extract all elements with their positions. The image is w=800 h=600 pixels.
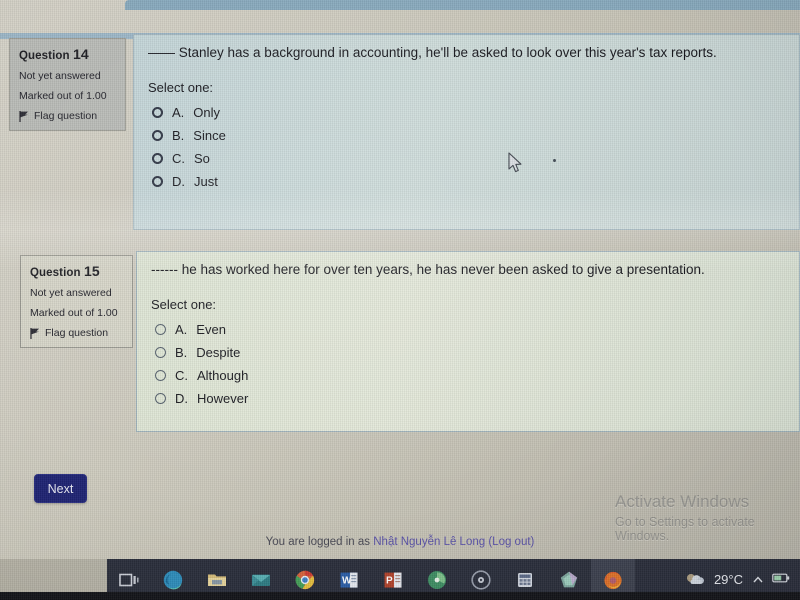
page-header-bar-top [125,0,800,10]
option-text: However [197,390,249,406]
logout-link[interactable]: (Log out) [488,536,534,548]
option-letter: B. [175,344,188,360]
screen-bottom-bezel [0,592,800,600]
flag-question-label-15: Flag question [45,327,109,339]
radio-button-icon[interactable] [155,392,166,404]
option-text: Only [193,104,221,120]
screen-artifact-dot [553,159,556,162]
next-button[interactable]: Next [34,474,87,503]
question-marks-14: Marked out of 1.00 [19,90,107,102]
watermark-title: Activate Windows [615,492,750,511]
battery-icon[interactable] [772,572,790,587]
chevron-up-icon[interactable] [752,574,763,585]
option-text: Even [196,321,226,337]
option-letter: D. [175,390,188,406]
option-text: Just [194,173,218,189]
footer-prefix: You are logged in as [265,536,374,548]
option-letter: D. [172,173,185,189]
option-letter: A. [175,321,188,337]
option-letter: A. [172,104,185,120]
answer-option-14-b[interactable]: B. Since [148,124,785,147]
question-marks-15: Marked out of 1.00 [30,307,118,319]
answer-option-15-d[interactable]: D. However [151,387,785,410]
radio-button-icon[interactable] [152,175,163,187]
answer-option-14-a[interactable]: A. Only [148,101,785,124]
option-letter: B. [172,127,185,143]
answer-option-14-d[interactable]: D. Just [148,170,785,193]
question-label: Question [19,50,70,62]
answer-option-14-c[interactable]: C. So [148,147,785,170]
question-stem-14: —— Stanley has a background in accountin… [148,45,717,60]
flag-icon [30,327,40,339]
flag-icon [19,110,29,122]
question-content-15: ------ he has worked here for over ten y… [136,251,800,432]
answer-option-15-c[interactable]: C. Although [151,364,785,387]
option-text: Since [193,127,226,143]
answer-options-15: A. Even B. Despite C. Although D. Howeve… [151,318,785,410]
option-letter: C. [175,367,188,383]
footer-username-link[interactable]: Nhật Nguyễn Lê Long [373,536,485,548]
question-title-15: Question 15 [30,263,123,279]
question-info-15: Question 15 Not yet answered Marked out … [20,255,133,348]
flag-question-label-14: Flag question [34,110,98,122]
question-number: 14 [72,46,89,62]
mouse-cursor-icon [508,152,523,179]
question-content-14: —— Stanley has a background in accountin… [133,34,800,230]
question-label: Question [30,267,81,279]
answer-options-14: A. Only B. Since C. So D. Just [148,101,785,193]
question-status-14: Not yet answered [19,70,101,82]
answer-option-15-a[interactable]: A. Even [151,318,785,341]
option-text: Although [197,367,249,383]
option-text: Despite [196,344,241,360]
radio-button-icon[interactable] [155,323,166,335]
radio-button-icon[interactable] [152,106,163,118]
question-stem-15: ------ he has worked here for over ten y… [151,262,705,277]
select-one-label-14: Select one: [148,79,214,95]
select-one-label-15: Select one: [151,296,217,312]
system-tray[interactable]: 29°C [685,559,796,600]
radio-button-icon[interactable] [152,152,163,164]
radio-button-icon[interactable] [152,129,163,141]
cloud-icon[interactable] [685,571,705,589]
flag-question-14[interactable]: Flag question [19,110,116,122]
svg-text:W: W [342,575,352,586]
svg-text:P: P [386,575,393,586]
question-status-15: Not yet answered [30,287,112,299]
radio-button-icon[interactable] [155,346,166,358]
question-number: 15 [83,263,100,279]
option-letter: C. [172,150,185,166]
question-info-14: Question 14 Not yet answered Marked out … [9,38,126,131]
weather-temperature[interactable]: 29°C [714,572,743,587]
answer-option-15-b[interactable]: B. Despite [151,341,785,364]
monitor-screen: Question 14 Not yet answered Marked out … [0,0,800,600]
radio-button-icon[interactable] [155,369,166,381]
option-text: So [194,150,210,166]
question-title-14: Question 14 [19,46,116,62]
footer-login-status: You are logged in as Nhật Nguyễn Lê Long… [0,536,800,548]
flag-question-15[interactable]: Flag question [30,327,123,339]
